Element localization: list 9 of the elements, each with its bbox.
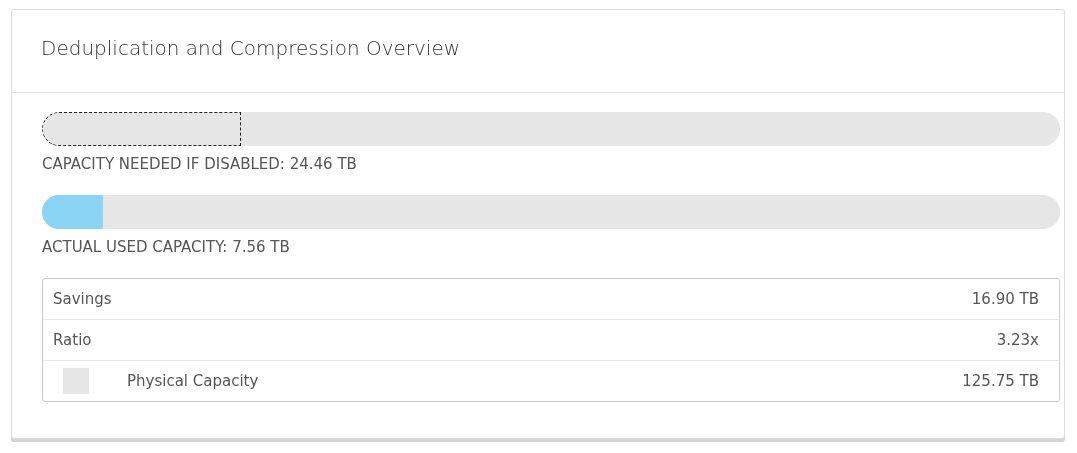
row-value: 3.23x	[996, 331, 1039, 349]
bar-label: CAPACITY NEEDED IF DISABLED: 24.46 TB	[42, 155, 358, 175]
row-value: 16.90 TB	[971, 290, 1039, 308]
bar-label: ACTUAL USED CAPACITY: 7.56 TB	[42, 238, 291, 258]
row-label: Ratio	[53, 331, 93, 349]
card-title: Deduplication and Compression Overview	[12, 10, 1064, 93]
row-value: 125.75 TB	[962, 372, 1039, 390]
row-label: Physical Capacity	[126, 372, 260, 390]
row-label: Savings	[53, 290, 113, 308]
